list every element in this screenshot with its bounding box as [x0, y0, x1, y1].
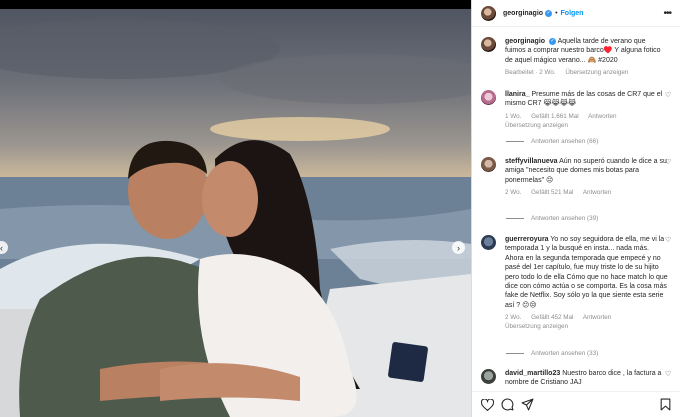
separator-dot: • — [555, 9, 558, 17]
comment-icon[interactable] — [501, 398, 514, 411]
comment-body: steffyvillanueva Aún no superó cuando le… — [505, 157, 668, 197]
comment-meta: 2 Wo. Gefällt 521 Mal Antworten — [505, 188, 668, 197]
avatar[interactable] — [481, 157, 496, 172]
caption-username[interactable]: georginagio — [505, 38, 545, 45]
comment-username[interactable]: david_martillo23 — [505, 370, 560, 377]
reply-button[interactable]: Antworten — [583, 189, 611, 196]
caption-body: georginagio ✓ Aquella tarde de verano qu… — [505, 37, 668, 77]
replies-divider — [506, 218, 524, 219]
post-username[interactable]: georginagio — [503, 10, 543, 17]
comment-likes[interactable]: Gefällt 521 Mal — [531, 189, 573, 196]
view-replies[interactable]: Antworten ansehen (33) — [506, 350, 598, 357]
reply-button[interactable]: Antworten — [588, 113, 616, 120]
view-replies-label[interactable]: Antworten ansehen (33) — [531, 350, 598, 357]
more-options-icon[interactable]: ••• — [663, 8, 671, 19]
comment-likes[interactable]: Gefällt 452 Mal — [531, 314, 573, 321]
comments-list[interactable]: georginagio ✓ Aquella tarde de verano qu… — [472, 28, 680, 390]
comment-time: 1 Wo. — [505, 112, 522, 120]
post-header: georginagio ✓ • Folgen ••• — [472, 0, 680, 27]
caption-meta: Bearbeitet · 2 Wo. Übersetzung anzeigen — [505, 68, 668, 77]
next-photo-button[interactable]: › — [452, 241, 465, 254]
reply-button[interactable]: Antworten — [583, 314, 611, 321]
avatar[interactable] — [481, 90, 496, 105]
paper-plane-icon[interactable] — [521, 398, 534, 411]
translate-link[interactable]: Übersetzung anzeigen — [505, 322, 668, 331]
comment-username[interactable]: guerreroyura — [505, 236, 549, 243]
verified-badge-icon: ✓ — [549, 37, 557, 45]
heart-icon[interactable]: ♡ — [665, 92, 672, 99]
post-details-panel: georginagio ✓ • Folgen ••• georginagio ✓… — [471, 0, 680, 417]
comment-likes[interactable]: Gefällt 1.661 Mal — [531, 113, 579, 120]
replies-divider — [506, 353, 524, 354]
avatar[interactable] — [481, 235, 496, 250]
comment-body: llanira_ Presume más de las cosas de CR7… — [505, 90, 668, 130]
comment-meta: 2 Wo. Gefällt 452 Mal Antworten Übersetz… — [505, 313, 668, 331]
comment-username[interactable]: steffyvillanueva — [505, 158, 558, 165]
replies-divider — [506, 141, 524, 142]
heart-icon[interactable]: ♡ — [665, 371, 672, 378]
view-replies-label[interactable]: Antworten ansehen (66) — [531, 138, 598, 145]
heart-icon[interactable] — [481, 398, 494, 411]
comment-body: guerreroyura Yo no soy seguidora de ella… — [505, 235, 668, 331]
post-actions — [472, 391, 680, 417]
comment-text: Yo no soy seguidora de ella, me vi la te… — [505, 236, 668, 309]
heart-icon[interactable]: ♡ — [665, 159, 672, 166]
translate-link[interactable]: Übersetzung anzeigen — [565, 69, 628, 76]
heart-icon[interactable]: ♡ — [665, 237, 672, 244]
comment-time: 2 Wo. — [505, 189, 522, 197]
comment-username[interactable]: llanira_ — [505, 91, 530, 98]
edited-time: Bearbeitet · 2 Wo. — [505, 69, 556, 77]
translate-link[interactable]: Übersetzung anzeigen — [505, 121, 668, 130]
avatar[interactable] — [481, 5, 496, 21]
follow-button[interactable]: Folgen — [561, 10, 584, 17]
comment-body: david_martillo23 Nuestro barco dice , la… — [505, 369, 668, 388]
view-replies[interactable]: Antworten ansehen (39) — [506, 215, 598, 222]
view-replies[interactable]: Antworten ansehen (66) — [506, 138, 598, 145]
post-photo[interactable]: ‹ › — [0, 9, 471, 417]
verified-badge-icon: ✓ — [545, 9, 553, 17]
comment-meta: 1 Wo. Gefällt 1.661 Mal Antworten Überse… — [505, 112, 668, 130]
bookmark-icon[interactable] — [659, 398, 672, 411]
photo-illustration — [0, 19, 471, 417]
avatar[interactable] — [481, 37, 496, 52]
view-replies-label[interactable]: Antworten ansehen (39) — [531, 215, 598, 222]
comment-time: 2 Wo. — [505, 314, 522, 322]
avatar[interactable] — [481, 369, 496, 384]
